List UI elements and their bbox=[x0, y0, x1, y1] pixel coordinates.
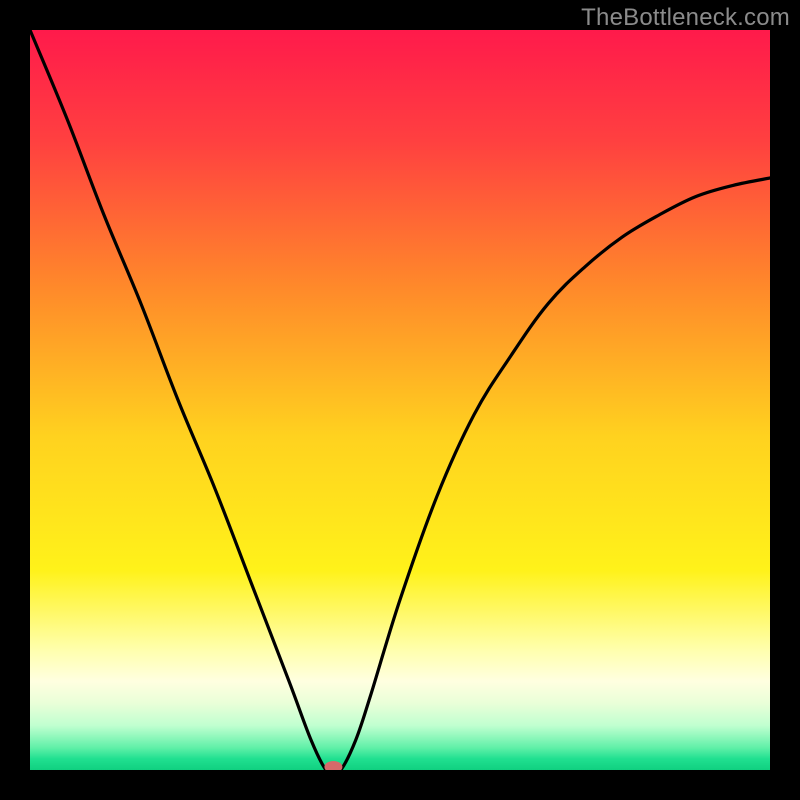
chart-svg bbox=[30, 30, 770, 770]
attribution-text: TheBottleneck.com bbox=[581, 4, 790, 32]
plot-area bbox=[30, 30, 770, 770]
chart-frame: TheBottleneck.com bbox=[0, 0, 800, 800]
gradient-background bbox=[30, 30, 770, 770]
